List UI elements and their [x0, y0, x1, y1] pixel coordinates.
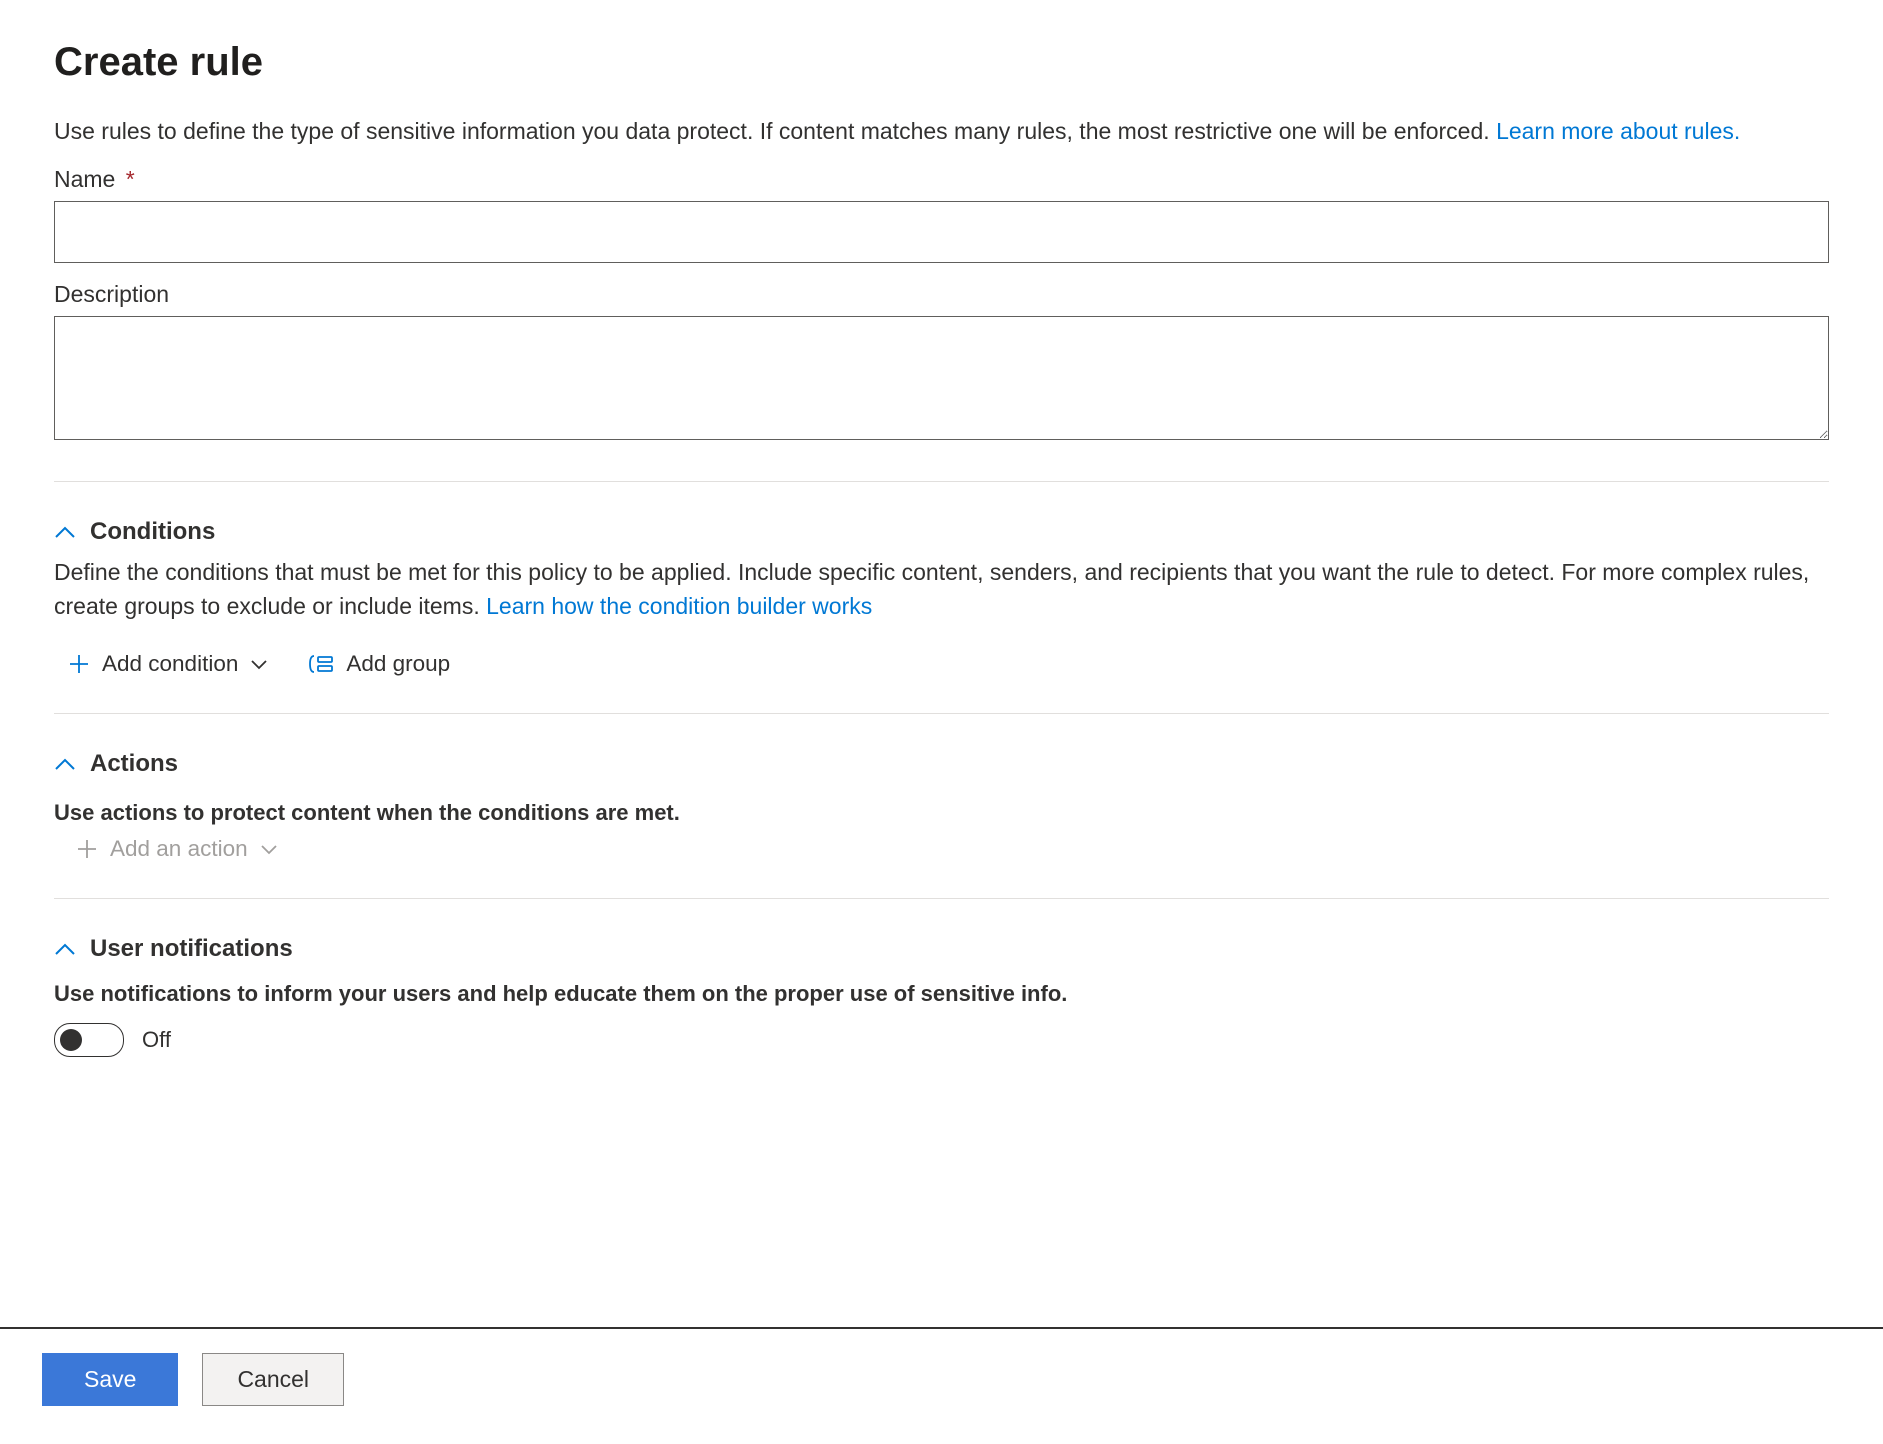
cancel-button[interactable]: Cancel [202, 1353, 344, 1406]
required-indicator: * [126, 166, 135, 192]
notifications-section-header[interactable]: User notifications [54, 935, 1829, 963]
name-label-text: Name [54, 166, 115, 192]
name-input[interactable] [54, 201, 1829, 263]
add-condition-label: Add condition [102, 651, 238, 677]
actions-section-header[interactable]: Actions [54, 750, 1829, 778]
chevron-down-icon [260, 843, 278, 855]
notifications-description: Use notifications to inform your users a… [54, 981, 1829, 1007]
add-action-button[interactable]: Add an action [76, 836, 278, 862]
conditions-desc-text: Define the conditions that must be met f… [54, 559, 1809, 618]
notifications-toggle-label: Off [142, 1027, 171, 1053]
conditions-description: Define the conditions that must be met f… [54, 556, 1829, 623]
description-textarea[interactable] [54, 316, 1829, 440]
add-condition-button[interactable]: Add condition [68, 651, 268, 677]
footer: Save Cancel [0, 1327, 1883, 1444]
intro-text-body: Use rules to define the type of sensitiv… [54, 118, 1496, 144]
notifications-toggle[interactable] [54, 1023, 124, 1057]
chevron-up-icon [54, 525, 76, 539]
add-action-label: Add an action [110, 836, 248, 862]
name-field-label: Name * [54, 166, 1829, 193]
plus-icon [76, 838, 98, 860]
intro-text: Use rules to define the type of sensitiv… [54, 115, 1829, 148]
toggle-knob [60, 1029, 82, 1051]
divider [54, 713, 1829, 714]
learn-more-rules-link[interactable]: Learn more about rules. [1496, 118, 1740, 144]
conditions-title: Conditions [90, 518, 215, 546]
divider [54, 481, 1829, 482]
page-title: Create rule [54, 40, 1829, 85]
description-field-label: Description [54, 281, 1829, 308]
add-group-button[interactable]: Add group [308, 651, 450, 677]
cutoff-text [54, 1095, 1829, 1122]
group-icon [308, 653, 334, 675]
actions-title: Actions [90, 750, 178, 778]
chevron-up-icon [54, 757, 76, 771]
chevron-up-icon [54, 942, 76, 956]
notifications-title: User notifications [90, 935, 293, 963]
save-button[interactable]: Save [42, 1353, 178, 1406]
actions-description: Use actions to protect content when the … [54, 800, 1829, 826]
divider [54, 898, 1829, 899]
condition-builder-link[interactable]: Learn how the condition builder works [486, 593, 872, 619]
conditions-section-header[interactable]: Conditions [54, 518, 1829, 546]
chevron-down-icon [250, 658, 268, 670]
plus-icon [68, 653, 90, 675]
add-group-label: Add group [346, 651, 450, 677]
